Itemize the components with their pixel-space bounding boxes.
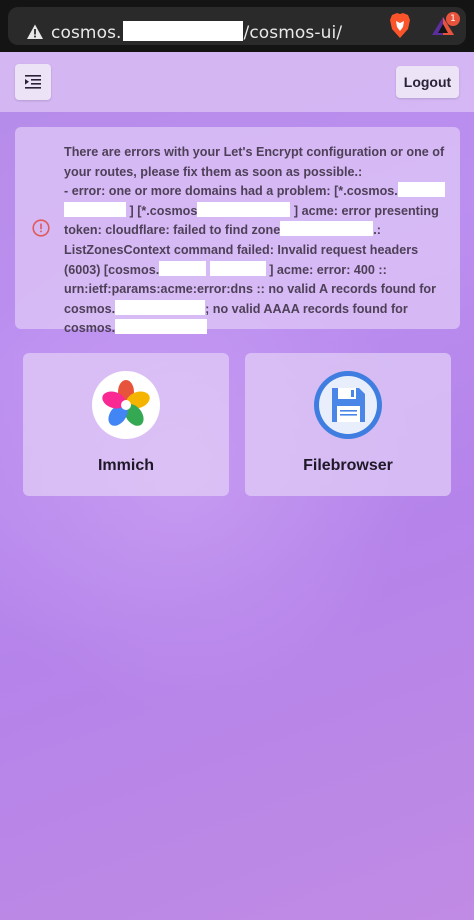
app-name: Filebrowser	[303, 457, 393, 474]
app-card-filebrowser[interactable]: Filebrowser	[245, 353, 451, 496]
app-name: Immich	[97, 457, 154, 474]
rewards-badge: 1	[446, 12, 460, 26]
logout-button[interactable]: Logout	[396, 66, 459, 98]
brave-shields-icon[interactable]	[388, 12, 412, 40]
error-circle-icon	[32, 219, 50, 237]
warning-icon[interactable]	[26, 23, 44, 41]
floppy-disk-icon	[314, 371, 382, 439]
url-text[interactable]: cosmos./cosmos-ui/	[51, 21, 342, 43]
app-card-immich[interactable]: Immich	[23, 353, 229, 496]
redacted-domain	[122, 21, 243, 41]
menu-collapse-icon	[25, 75, 41, 89]
alert-message: There are errors with your Let's Encrypt…	[64, 145, 445, 336]
browser-toolbar: cosmos./cosmos-ui/ 1	[0, 0, 474, 52]
top-header: Logout	[0, 52, 474, 112]
immich-logo-icon	[92, 371, 160, 439]
error-alert: There are errors with your Let's Encrypt…	[15, 127, 460, 335]
page: Logout There are errors with your Let's …	[0, 52, 474, 920]
menu-toggle-button[interactable]	[15, 64, 51, 100]
